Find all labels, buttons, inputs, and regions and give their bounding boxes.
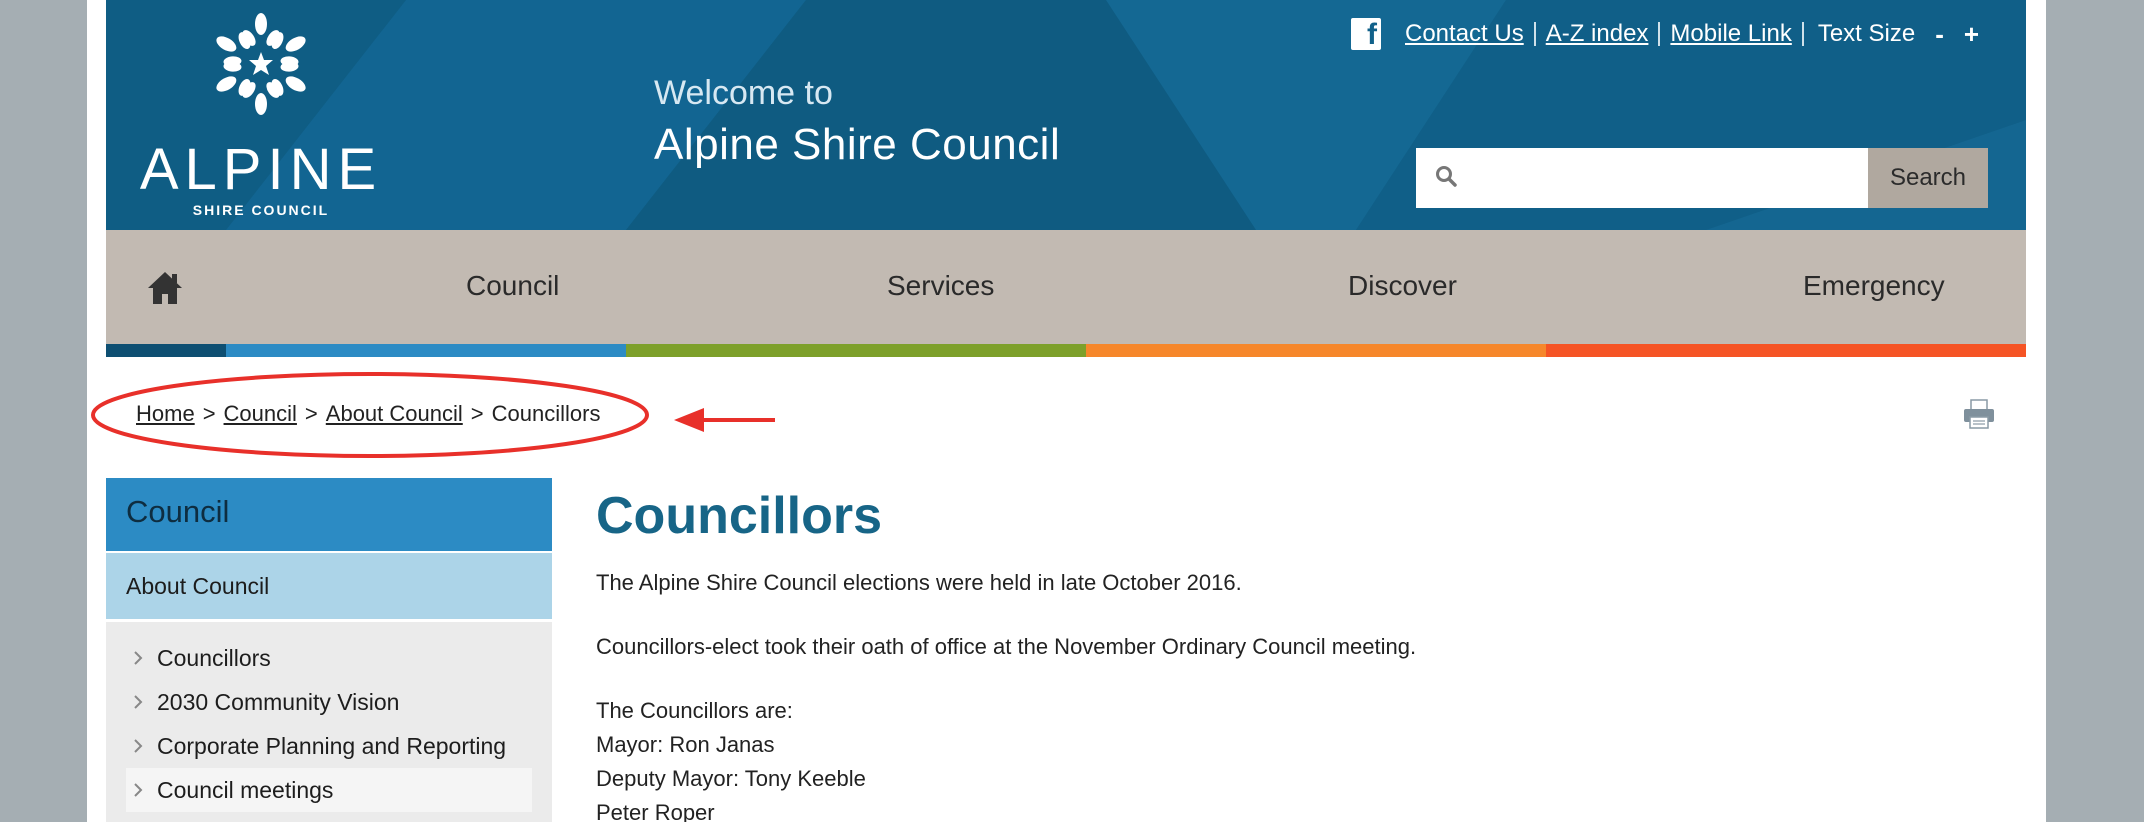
color-bar-segment [1086, 344, 1546, 357]
body-paragraph: The Councillors are: [596, 698, 793, 723]
home-icon[interactable] [146, 270, 184, 306]
body-paragraph: The Alpine Shire Council elections were … [596, 570, 1242, 595]
link-divider [1801, 22, 1804, 46]
breadcrumb-separator: > [304, 401, 318, 426]
page: ALPINE SHIRE COUNCIL Welcome to Alpine S… [87, 0, 2046, 822]
contact-us-link[interactable]: Contact Us [1405, 20, 1524, 48]
sidebar-item-label: 2030 Community Vision [157, 689, 400, 715]
councillor-entry: Peter Roper [596, 800, 715, 822]
breadcrumb: Home > Council > About Council > Councillors [136, 401, 600, 427]
sidebar-item-corporate-planning[interactable]: Corporate Planning and Reporting [126, 724, 532, 768]
chevron-right-icon [134, 695, 143, 709]
sidebar-subheading-label: About Council [126, 573, 270, 599]
body-paragraph: Councillors-elect took their oath of off… [596, 634, 1417, 659]
chevron-right-icon [134, 783, 143, 797]
search-field[interactable] [1416, 148, 1868, 208]
sidebar-subheading[interactable]: About Council [106, 553, 552, 619]
breadcrumb-council-link[interactable]: Council [224, 401, 297, 426]
mobile-link[interactable]: Mobile Link [1670, 20, 1791, 48]
color-bar-segment [106, 344, 226, 357]
link-divider [1658, 22, 1661, 46]
logo-wordmark: ALPINE [139, 137, 383, 202]
councillor-entry: Mayor: Ron Janas [596, 732, 775, 757]
text-size-decrease-button[interactable]: - [1935, 19, 1944, 50]
council-name-heading: Alpine Shire Council [654, 120, 1061, 169]
nav-color-bar [106, 344, 2026, 357]
nav-item-emergency[interactable]: Emergency [1803, 270, 1945, 302]
alpine-logo[interactable]: ALPINE SHIRE COUNCIL [131, 6, 391, 218]
main-nav: Council Services Discover Emergency [106, 230, 2026, 344]
nav-item-discover[interactable]: Discover [1348, 270, 1457, 302]
breadcrumb-separator: > [470, 401, 484, 426]
search-icon [1436, 166, 1457, 187]
sidebar-item-label: Corporate Planning and Reporting [157, 733, 507, 759]
text-size-label: Text Size [1817, 20, 1916, 47]
link-divider [1533, 22, 1536, 46]
breadcrumb-current: Councillors [491, 401, 601, 426]
a-z-index-link[interactable]: A-Z index [1546, 20, 1649, 48]
color-bar-segment [226, 344, 626, 357]
breadcrumb-about-council-link[interactable]: About Council [326, 401, 463, 426]
sidebar-item-council-meetings[interactable]: Council meetings [126, 768, 532, 812]
councillor-entry: Deputy Mayor: Tony Keeble [596, 766, 866, 791]
chevron-right-icon [134, 739, 143, 753]
breadcrumb-separator: > [202, 401, 216, 426]
sidebar-menu: Councillors 2030 Community Vision Corpor… [106, 622, 552, 822]
nav-item-council[interactable]: Council [466, 270, 559, 302]
sidebar-item-label: Councillors [157, 645, 271, 671]
sidebar-item-label: Council meetings [157, 777, 334, 803]
logo-subtitle: SHIRE COUNCIL [192, 202, 330, 218]
welcome-text: Welcome to [654, 74, 833, 112]
sidebar-item-councillors[interactable]: Councillors [126, 636, 532, 680]
sidebar-heading[interactable]: Council [106, 478, 552, 551]
sidebar-heading-label: Council [126, 494, 230, 529]
snowflake-icon [216, 13, 306, 115]
sidebar-item-2030-community-vision[interactable]: 2030 Community Vision [126, 680, 532, 724]
page-title: Councillors [596, 487, 883, 545]
search-input[interactable] [1472, 156, 1852, 200]
print-icon[interactable] [1963, 399, 1995, 429]
nav-item-services[interactable]: Services [887, 270, 994, 302]
breadcrumb-home-link[interactable]: Home [136, 401, 195, 426]
color-bar-segment [1546, 344, 2026, 357]
utility-links: f Contact Us A-Z index Mobile Link Text … [1351, 14, 1979, 54]
color-bar-segment [626, 344, 1086, 357]
search-button[interactable]: Search [1868, 148, 1988, 208]
chevron-right-icon [134, 651, 143, 665]
text-size-increase-button[interactable]: + [1964, 19, 1979, 50]
facebook-icon[interactable]: f [1351, 18, 1381, 51]
